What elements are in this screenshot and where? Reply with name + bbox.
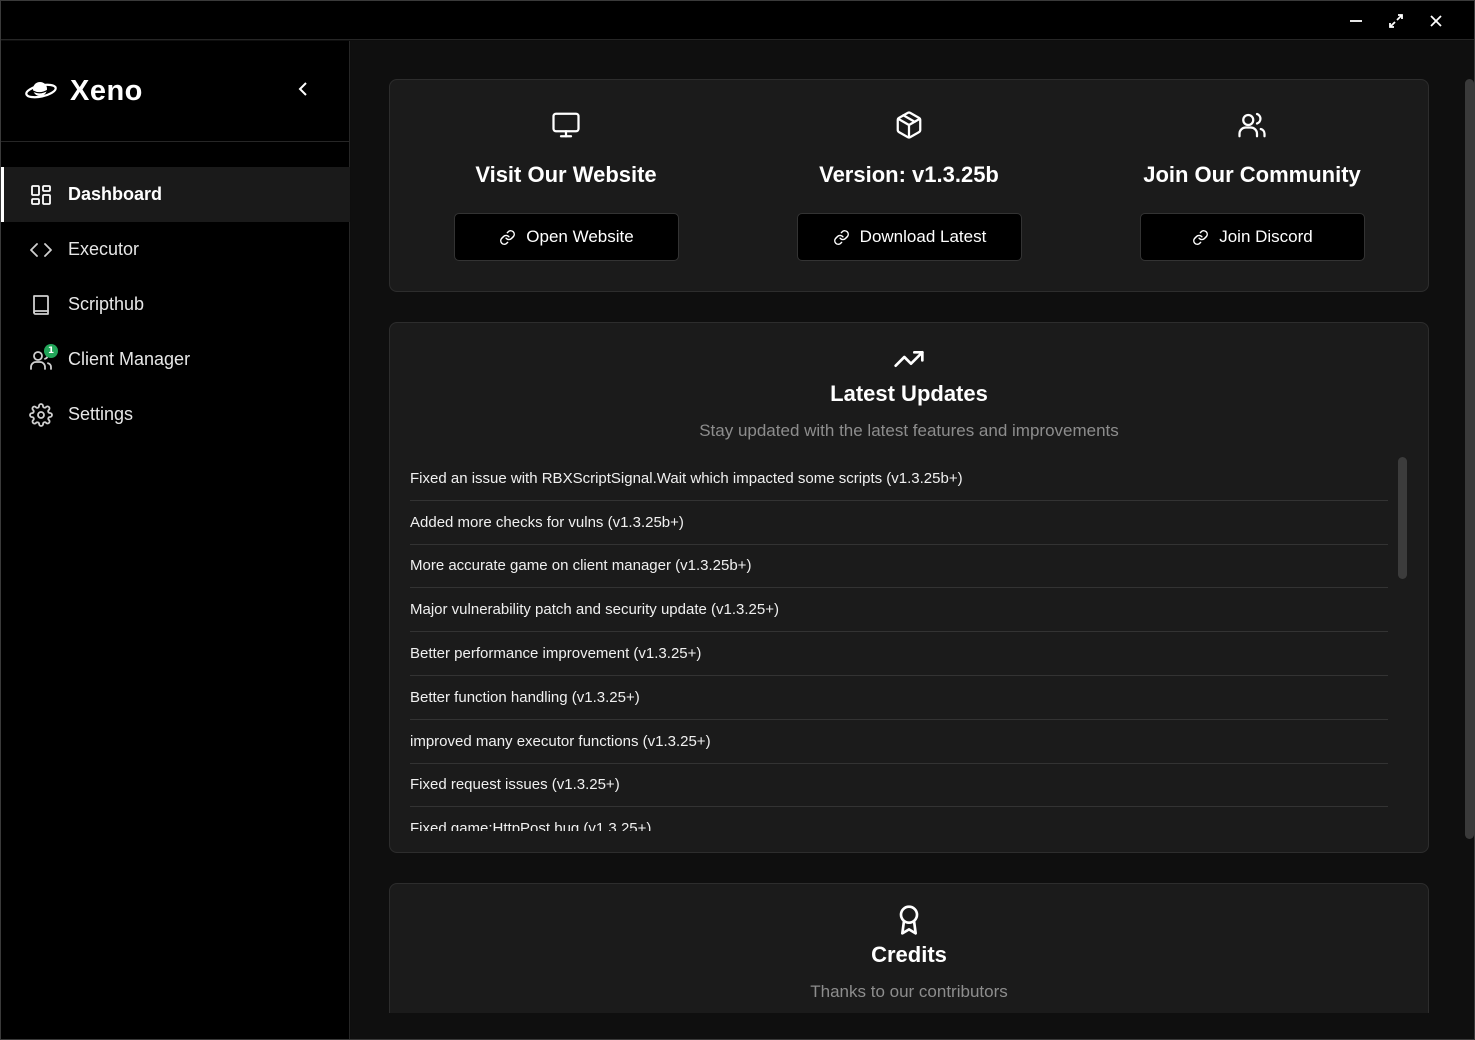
trending-up-icon	[893, 343, 925, 375]
code-icon	[29, 238, 53, 262]
sidebar-nav: Dashboard Executor Scripthub 1 Client Ma…	[1, 167, 350, 442]
latest-updates-card: Latest Updates Stay updated with the lat…	[389, 322, 1429, 853]
version-panel: Version: v1.3.25b Download Latest	[739, 80, 1079, 291]
award-icon	[893, 904, 925, 936]
link-icon	[1193, 229, 1209, 245]
list-item: Major vulnerability patch and security u…	[410, 588, 1388, 633]
dashboard-content: Visit Our Website Open Website Version: …	[351, 41, 1474, 1039]
website-panel: Visit Our Website Open Website	[396, 80, 736, 291]
list-item: improved many executor functions (v1.3.2…	[410, 720, 1388, 764]
sidebar: Xeno Dashboard Executor Scripthub 1 Clie…	[1, 41, 350, 1039]
credits-title: Credits	[871, 942, 947, 967]
download-latest-button[interactable]: Download Latest	[797, 213, 1022, 261]
credits-subtitle: Thanks to our contributors	[810, 982, 1008, 1001]
package-icon	[894, 110, 924, 140]
close-button[interactable]	[1421, 7, 1451, 35]
sidebar-item-label: Scripthub	[68, 294, 145, 314]
updates-scrollbar[interactable]	[1398, 457, 1407, 579]
list-item: Better function handling (v1.3.25+)	[410, 676, 1388, 720]
list-item: Fixed game:HttpPost bug (v1.3.25+)	[410, 807, 1388, 831]
app-name: Xeno	[70, 75, 143, 107]
sidebar-item-scripthub[interactable]: Scripthub	[1, 277, 350, 332]
users-icon: 1	[29, 343, 58, 372]
monitor-icon	[551, 110, 581, 140]
client-count-badge: 1	[44, 343, 58, 358]
maximize-button[interactable]	[1381, 7, 1411, 35]
community-panel: Join Our Community Join Discord	[1082, 80, 1422, 291]
quick-links-card: Visit Our Website Open Website Version: …	[389, 79, 1429, 292]
chevron-left-icon	[298, 82, 307, 96]
sidebar-item-client-manager[interactable]: 1 Client Manager	[1, 332, 350, 387]
sidebar-item-executor[interactable]: Executor	[1, 222, 350, 277]
button-label: Download Latest	[859, 227, 987, 246]
title-bar	[1, 1, 1474, 40]
brand-header: Xeno	[1, 41, 350, 142]
community-title: Join Our Community	[1143, 162, 1361, 187]
list-item: Added more checks for vulns (v1.3.25b+)	[410, 501, 1388, 545]
maximize-icon	[1389, 14, 1403, 28]
list-item: Fixed request issues (v1.3.25+)	[410, 764, 1388, 808]
sidebar-item-label: Executor	[68, 239, 140, 259]
sidebar-item-settings[interactable]: Settings	[1, 387, 350, 442]
minimize-icon	[1350, 20, 1362, 22]
sidebar-item-label: Client Manager	[68, 349, 191, 369]
website-title: Visit Our Website	[475, 162, 657, 187]
gear-icon	[29, 402, 53, 427]
link-icon	[500, 229, 516, 245]
close-icon	[1430, 15, 1442, 27]
updates-title: Latest Updates	[830, 381, 988, 406]
app-window: Xeno Dashboard Executor Scripthub 1 Clie…	[0, 0, 1475, 1040]
sidebar-item-label: Dashboard	[68, 184, 163, 204]
sidebar-item-label: Settings	[68, 404, 134, 424]
users-icon	[1237, 110, 1267, 140]
updates-list[interactable]: Fixed an issue with RBXScriptSignal.Wait…	[410, 457, 1388, 831]
sidebar-item-dashboard[interactable]: Dashboard	[1, 167, 350, 222]
list-item: Better performance improvement (v1.3.25+…	[410, 632, 1388, 676]
version-title: Version: v1.3.25b	[819, 162, 999, 187]
minimize-button[interactable]	[1341, 7, 1371, 35]
link-icon	[833, 229, 849, 245]
list-item: More accurate game on client manager (v1…	[410, 545, 1388, 589]
list-item: Fixed an issue with RBXScriptSignal.Wait…	[410, 457, 1388, 501]
updates-subtitle: Stay updated with the latest features an…	[699, 421, 1119, 440]
button-label: Join Discord	[1219, 227, 1313, 246]
join-discord-button[interactable]: Join Discord	[1140, 213, 1365, 261]
credits-card: Credits Thanks to our contributors	[389, 883, 1429, 1013]
button-label: Open Website	[526, 227, 634, 246]
dashboard-icon	[29, 183, 53, 207]
main-scrollbar[interactable]	[1465, 79, 1474, 839]
planet-icon	[25, 82, 57, 99]
collapse-sidebar-button[interactable]	[292, 78, 314, 100]
open-website-button[interactable]: Open Website	[454, 213, 679, 261]
book-icon	[29, 293, 53, 317]
